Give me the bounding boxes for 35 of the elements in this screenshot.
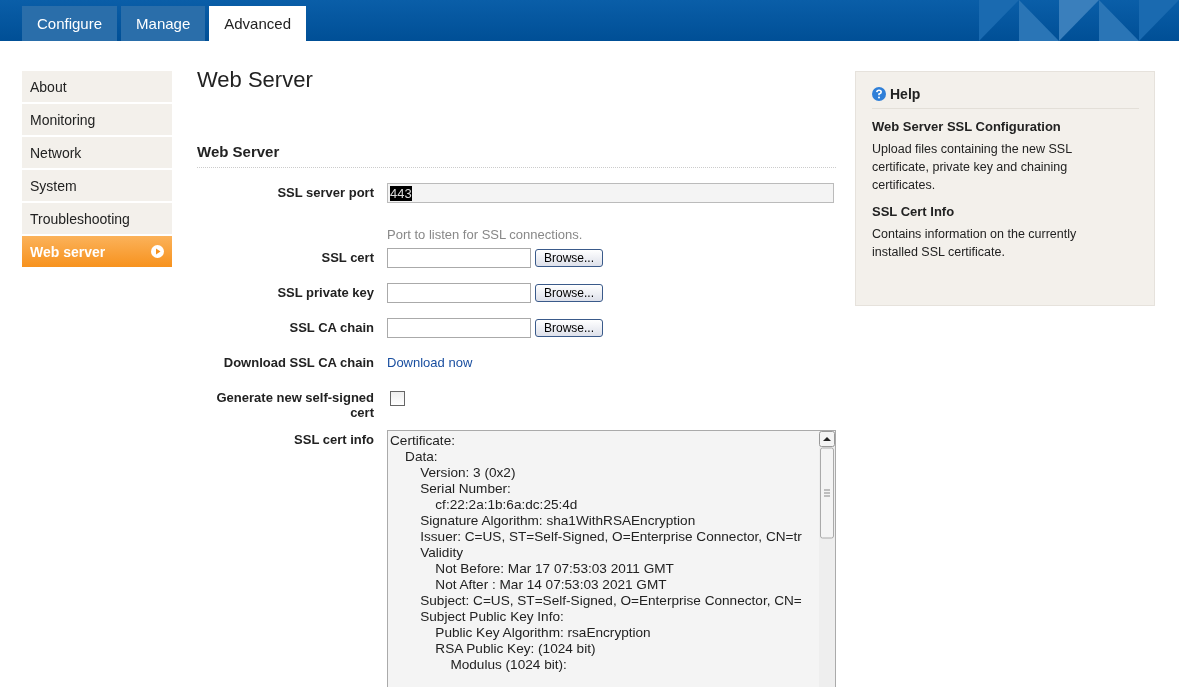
field-label: Generate new self-signed cert [215, 389, 374, 420]
help-heading: Web Server SSL Configuration [872, 119, 1062, 134]
sidebar-item[interactable]: Monitoring [22, 104, 172, 135]
sidebar-item[interactable]: System [22, 170, 172, 201]
section-title: Web Server [197, 143, 836, 168]
field-label: Download SSL CA chain [222, 354, 374, 370]
browse-button[interactable]: Browse... [535, 319, 603, 337]
help-text: Upload files containing the new SSL certificate, private key and chaining certificates. [872, 141, 1073, 194]
scrollbar-drawing[interactable] [819, 431, 835, 687]
field-label: SSL private key [276, 284, 374, 300]
help-icon [872, 87, 886, 101]
field-label: SSL cert info [293, 431, 374, 447]
nav-tab[interactable]: Manage [121, 6, 206, 41]
file-field[interactable] [387, 283, 531, 303]
field-label: SSL server port [276, 184, 374, 200]
sidebar-item[interactable]: Troubleshooting [22, 203, 172, 234]
port-field[interactable]: 443 [387, 183, 834, 203]
field-label: SSL cert [320, 249, 374, 265]
browse-button[interactable]: Browse... [535, 284, 603, 302]
nav-tab[interactable]: Configure [22, 6, 118, 41]
sidebar-item[interactable]: About [22, 71, 172, 102]
browse-button[interactable]: Browse... [535, 249, 603, 267]
download-link[interactable]: Download now [387, 353, 473, 370]
file-field[interactable] [387, 318, 531, 338]
nav-tab[interactable]: Advanced [209, 6, 306, 41]
checkbox[interactable] [390, 391, 405, 406]
sidebar-item[interactable]: Network [22, 137, 172, 168]
help-title: Help [890, 86, 921, 102]
page-title: Web Server [197, 71, 314, 94]
field-label: SSL CA chain [288, 319, 374, 335]
help-text: Contains information on the currently installed SSL certificate. [872, 226, 1078, 261]
help-heading: SSL Cert Info [872, 204, 956, 219]
play-circle-icon [151, 245, 164, 258]
file-field[interactable] [387, 248, 531, 268]
hint-text: Port to listen for SSL connections. [387, 227, 584, 242]
